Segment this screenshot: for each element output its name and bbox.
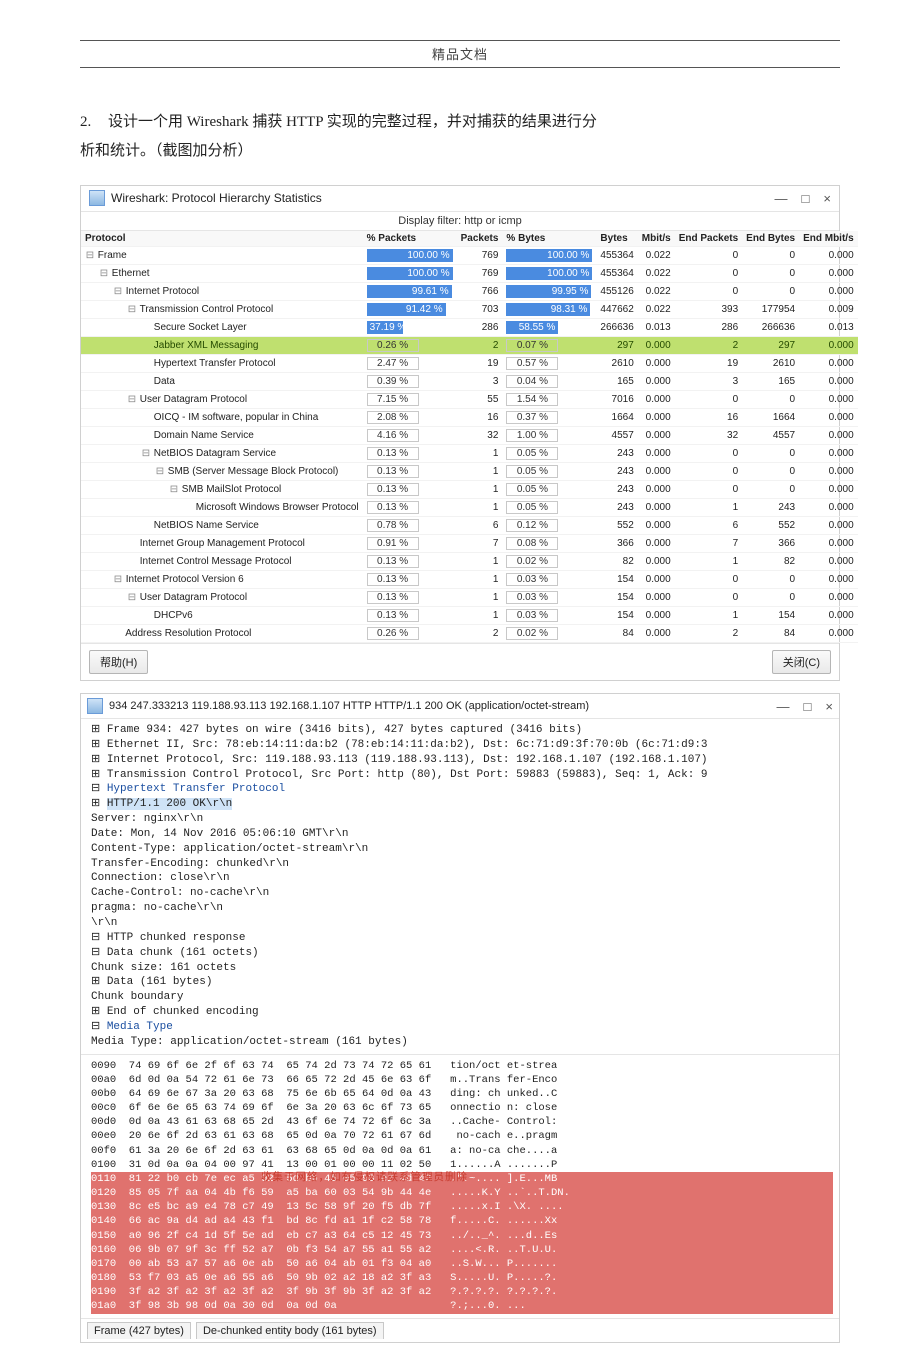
help-button[interactable]: 帮助(H) — [89, 650, 148, 674]
hex-line: 0140 66 ac 9a d4 ad a4 43 f1 bd 8c fd a1… — [91, 1214, 833, 1228]
hex-line: 00f0 61 3a 20 6e 6f 2d 63 61 63 68 65 0d… — [91, 1144, 833, 1158]
column-header[interactable]: Packets — [457, 231, 503, 247]
tree-line[interactable]: Chunk boundary — [91, 990, 833, 1005]
table-row[interactable]: Jabber XML Messaging0.26 %20.07 %2970.00… — [81, 337, 858, 355]
table-row[interactable]: Microsoft Windows Browser Protocol0.13 %… — [81, 499, 858, 517]
table-row[interactable]: Secure Socket Layer37.19 %28658.55 %2666… — [81, 319, 858, 337]
tree-line[interactable]: pragma: no-cache\r\n — [91, 901, 833, 916]
column-header[interactable]: Mbit/s — [638, 231, 675, 247]
column-header[interactable]: End Mbit/s — [799, 231, 858, 247]
close-button[interactable]: × — [825, 699, 833, 714]
hex-line: 0100 31 0d 0a 0a 04 00 97 41 13 00 01 00… — [91, 1158, 833, 1172]
tree-line[interactable]: ⊟ HTTP chunked response — [91, 931, 833, 946]
table-row[interactable]: ⊟ SMB MailSlot Protocol0.13 %10.05 %2430… — [81, 481, 858, 499]
app-icon — [89, 190, 105, 206]
hex-pane[interactable]: 0090 74 69 6f 6e 2f 6f 63 74 65 74 2d 73… — [81, 1055, 839, 1319]
hex-line: 0180 53 f7 03 a5 0e a6 55 a6 50 9b 02 a2… — [91, 1271, 833, 1285]
table-row[interactable]: Internet Group Management Protocol0.91 %… — [81, 535, 858, 553]
table-row[interactable]: ⊟ Transmission Control Protocol91.42 %70… — [81, 301, 858, 319]
task-text: 2.设计一个用 Wireshark 捕获 HTTP 实现的完整过程，并对捕获的结… — [80, 108, 840, 165]
table-row[interactable]: ⊟ User Datagram Protocol0.13 %10.03 %154… — [81, 589, 858, 607]
close-button[interactable]: × — [823, 191, 831, 206]
maximize-button[interactable]: □ — [804, 699, 812, 714]
column-header[interactable]: % Bytes — [502, 231, 596, 247]
tree-line[interactable]: ⊞ Data (161 bytes) — [91, 975, 833, 990]
tree-line[interactable]: ⊞ End of chunked encoding — [91, 1005, 833, 1020]
window-title: Wireshark: Protocol Hierarchy Statistics — [111, 191, 322, 205]
table-row[interactable]: DHCPv60.13 %10.03 %1540.00011540.000 — [81, 607, 858, 625]
tree-line[interactable]: Media Type: application/octet-stream (16… — [91, 1035, 833, 1050]
hex-line: 0130 8c e5 bc a9 e4 78 c7 49 13 5c 58 9f… — [91, 1200, 833, 1214]
table-row[interactable]: ⊟ User Datagram Protocol7.15 %551.54 %70… — [81, 391, 858, 409]
hex-line: 0150 a0 96 2f c4 1d 5f 5e ad eb c7 a3 64… — [91, 1229, 833, 1243]
tree-line[interactable]: Cache-Control: no-cache\r\n — [91, 886, 833, 901]
tree-line[interactable]: \r\n — [91, 916, 833, 931]
table-row[interactable]: Domain Name Service4.16 %321.00 %45570.0… — [81, 427, 858, 445]
column-header[interactable]: End Packets — [675, 231, 742, 247]
tree-line[interactable]: ⊞ Transmission Control Protocol, Src Por… — [91, 768, 833, 783]
hex-line: 0120 85 05 7f aa 04 4b f6 59 a5 ba 60 03… — [91, 1186, 833, 1200]
hex-line: 0160 06 9b 07 9f 3c ff 52 a7 0b f3 54 a7… — [91, 1243, 833, 1257]
hex-line: 0170 00 ab 53 a7 57 a6 0e ab 50 a6 04 ab… — [91, 1257, 833, 1271]
hex-line: 0090 74 69 6f 6e 2f 6f 63 74 65 74 2d 73… — [91, 1059, 833, 1073]
tree-line[interactable]: ⊟ Data chunk (161 octets) — [91, 946, 833, 961]
doc-header: 精品文档 — [80, 41, 840, 68]
packet-window: 934 247.333213 119.188.93.113 192.168.1.… — [80, 693, 840, 1343]
protocol-stats-window: Wireshark: Protocol Hierarchy Statistics… — [80, 185, 840, 681]
tree-line[interactable]: ⊟ Hypertext Transfer Protocol — [91, 782, 833, 797]
minimize-button[interactable]: — — [777, 699, 790, 714]
column-header[interactable]: End Bytes — [742, 231, 799, 247]
hex-line: 00a0 6d 0d 0a 54 72 61 6e 73 66 65 72 2d… — [91, 1073, 833, 1087]
hex-line: 00b0 64 69 6e 67 3a 20 63 68 75 6e 6b 65… — [91, 1087, 833, 1101]
close-dialog-button[interactable]: 关闭(C) — [772, 650, 831, 674]
hex-line: 00c0 6f 6e 6e 65 63 74 69 6f 6e 3a 20 63… — [91, 1101, 833, 1115]
table-row[interactable]: ⊟ Ethernet100.00 %769100.00 %4553640.022… — [81, 265, 858, 283]
packet-tree[interactable]: ⊞ Frame 934: 427 bytes on wire (3416 bit… — [81, 718, 839, 1055]
tree-line[interactable]: ⊟ Media Type — [91, 1020, 833, 1035]
tree-line[interactable]: Transfer-Encoding: chunked\r\n — [91, 857, 833, 872]
table-row[interactable]: ⊟ NetBIOS Datagram Service0.13 %10.05 %2… — [81, 445, 858, 463]
column-header[interactable]: Protocol — [81, 231, 363, 247]
maximize-button[interactable]: □ — [802, 191, 810, 206]
table-row[interactable]: Address Resolution Protocol0.26 %20.02 %… — [81, 625, 858, 643]
hex-line: 00d0 0d 0a 43 61 63 68 65 2d 43 6f 6e 74… — [91, 1115, 833, 1129]
table-row[interactable]: Internet Control Message Protocol0.13 %1… — [81, 553, 858, 571]
display-filter-label: Display filter: http or icmp — [81, 212, 839, 231]
tree-line[interactable]: Content-Type: application/octet-stream\r… — [91, 842, 833, 857]
column-header[interactable]: % Packets — [363, 231, 457, 247]
table-row[interactable]: ⊟ Frame100.00 %769100.00 %4553640.022000… — [81, 247, 858, 265]
tree-line[interactable]: Date: Mon, 14 Nov 2016 05:06:10 GMT\r\n — [91, 827, 833, 842]
table-row[interactable]: ⊟ Internet Protocol99.61 %76699.95 %4551… — [81, 283, 858, 301]
table-row[interactable]: ⊟ Internet Protocol Version 60.13 %10.03… — [81, 571, 858, 589]
tree-line[interactable]: ⊞ HTTP/1.1 200 OK\r\n — [91, 797, 833, 812]
tree-line[interactable]: ⊞ Frame 934: 427 bytes on wire (3416 bit… — [91, 723, 833, 738]
column-header[interactable]: Bytes — [596, 231, 637, 247]
table-row[interactable]: Hypertext Transfer Protocol2.47 %190.57 … — [81, 355, 858, 373]
hex-line: 0190 3f a2 3f a2 3f a2 3f a2 3f 9b 3f 9b… — [91, 1285, 833, 1299]
table-row[interactable]: Data0.39 %30.04 %1650.00031650.000 — [81, 373, 858, 391]
protocol-table: Protocol% PacketsPackets% BytesBytesMbit… — [81, 231, 858, 643]
app-icon — [87, 698, 103, 714]
table-row[interactable]: OICQ - IM software, popular in China2.08… — [81, 409, 858, 427]
tree-line[interactable]: Server: nginx\r\n — [91, 812, 833, 827]
tree-line[interactable]: Chunk size: 161 octets — [91, 961, 833, 976]
hex-tabs: Frame (427 bytes) De-chunked entity body… — [81, 1319, 839, 1342]
tree-line[interactable]: ⊞ Internet Protocol, Src: 119.188.93.113… — [91, 753, 833, 768]
table-row[interactable]: ⊟ SMB (Server Message Block Protocol)0.1… — [81, 463, 858, 481]
minimize-button[interactable]: — — [775, 191, 788, 206]
hex-line: 00e0 20 6e 6f 2d 63 61 63 68 65 0d 0a 70… — [91, 1129, 833, 1143]
packet-title: 934 247.333213 119.188.93.113 192.168.1.… — [109, 700, 777, 712]
tab-frame[interactable]: Frame (427 bytes) — [87, 1322, 191, 1339]
tree-line[interactable]: ⊞ Ethernet II, Src: 78:eb:14:11:da:b2 (7… — [91, 738, 833, 753]
tab-dechunked[interactable]: De-chunked entity body (161 bytes) — [196, 1322, 384, 1339]
tree-line[interactable]: Connection: close\r\n — [91, 871, 833, 886]
table-row[interactable]: NetBIOS Name Service0.78 %60.12 %5520.00… — [81, 517, 858, 535]
